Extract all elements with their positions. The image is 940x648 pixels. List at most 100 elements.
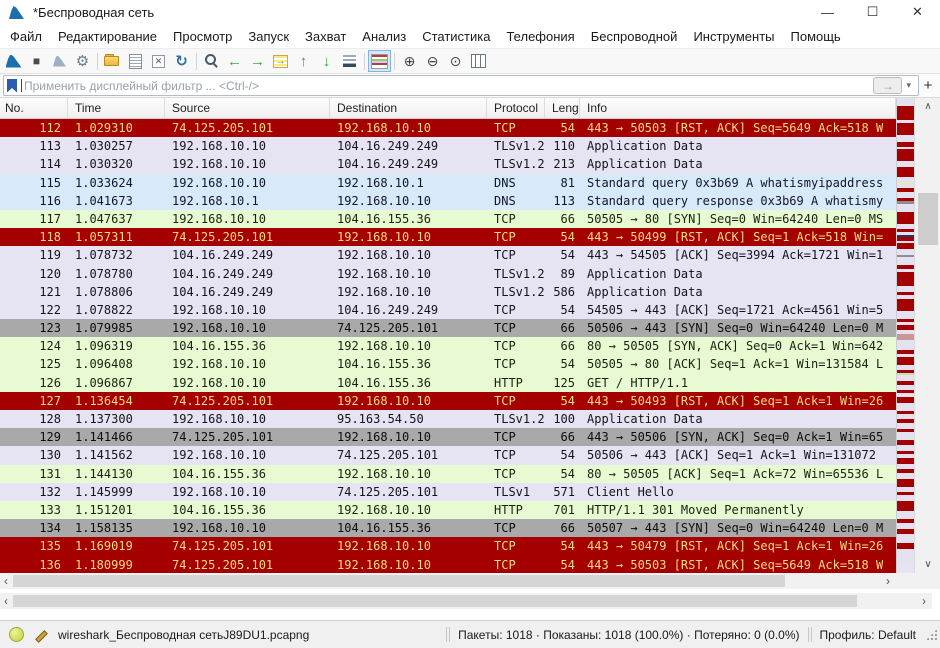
packet-row-122[interactable]: 1221.078822192.168.10.10104.16.249.249TC… — [0, 301, 896, 319]
packet-row-120[interactable]: 1201.078780104.16.249.249192.168.10.10TL… — [0, 265, 896, 283]
column-header-info[interactable]: Info — [580, 98, 896, 118]
menu-item-2[interactable]: Редактирование — [50, 29, 165, 44]
display-filter-input[interactable]: Применить дисплейный фильтр ... <Ctrl-/>… — [3, 75, 919, 96]
filter-bookmark-icon[interactable] — [7, 79, 17, 93]
cell-protocol: TCP — [487, 246, 545, 264]
menu-item-6[interactable]: Анализ — [354, 29, 414, 44]
menu-item-1[interactable]: Файл — [2, 29, 50, 44]
packet-row-118[interactable]: 1181.05731174.125.205.101192.168.10.10TC… — [0, 228, 896, 246]
packet-row-113[interactable]: 1131.030257192.168.10.10104.16.249.249TL… — [0, 137, 896, 155]
minimap-stripe — [897, 257, 914, 265]
save-file-icon[interactable] — [124, 50, 147, 72]
scroll-right-icon[interactable]: › — [886, 573, 890, 589]
scroll-right-icon[interactable]: › — [922, 593, 926, 609]
horizontal-scroll-thumb[interactable] — [13, 575, 785, 587]
packet-row-126[interactable]: 1261.096867192.168.10.10104.16.155.36HTT… — [0, 374, 896, 392]
vertical-scroll-thumb[interactable] — [918, 193, 938, 245]
vertical-scrollbar[interactable]: ∧ ∨ — [914, 98, 940, 573]
packet-row-132[interactable]: 1321.145999192.168.10.1074.125.205.101TL… — [0, 483, 896, 501]
packet-row-121[interactable]: 1211.078806104.16.249.249192.168.10.10TL… — [0, 283, 896, 301]
resize-grip[interactable] — [926, 629, 937, 640]
cell-protocol: DNS — [487, 192, 545, 210]
resize-columns-icon[interactable] — [467, 50, 490, 72]
scroll-left-icon[interactable]: ‹ — [4, 593, 8, 609]
reload-icon[interactable]: ↻ — [170, 50, 193, 72]
close-button[interactable]: ✕ — [895, 0, 940, 24]
horizontal-scroll-thumb[interactable] — [13, 595, 857, 607]
profile-label[interactable]: Профиль: Default — [820, 628, 917, 642]
column-header-protocol[interactable]: Protocol — [487, 98, 545, 118]
menu-item-4[interactable]: Запуск — [240, 29, 297, 44]
horizontal-scrollbar-lower[interactable]: ‹ › — [0, 593, 932, 609]
cell-protocol: HTTP — [487, 374, 545, 392]
packet-row-128[interactable]: 1281.137300192.168.10.1095.163.54.50TLSv… — [0, 410, 896, 428]
find-packet-icon[interactable] — [200, 50, 223, 72]
cell-info: Application Data — [580, 137, 703, 155]
cell-info: 443 → 50506 [SYN, ACK] Seq=0 Ack=1 Win=6… — [580, 428, 883, 446]
packet-row-129[interactable]: 1291.14146674.125.205.101192.168.10.10TC… — [0, 428, 896, 446]
horizontal-scrollbar-list[interactable]: ‹ › — [0, 573, 896, 589]
capture-gear-icon[interactable]: ⚙ — [71, 50, 94, 72]
packet-row-112[interactable]: 1121.02931074.125.205.101192.168.10.10TC… — [0, 119, 896, 137]
capture-comment-icon[interactable] — [34, 628, 48, 642]
cell-length: 66 — [545, 428, 580, 446]
menu-item-8[interactable]: Телефония — [498, 29, 582, 44]
menu-item-5[interactable]: Захват — [297, 29, 354, 44]
zoom-out-icon[interactable]: ⊖ — [421, 50, 444, 72]
packet-row-116[interactable]: 1161.041673192.168.10.1192.168.10.10DNS1… — [0, 192, 896, 210]
scroll-down-icon[interactable]: ∨ — [915, 557, 940, 572]
open-file-icon[interactable] — [101, 50, 124, 72]
column-header-time[interactable]: Time — [68, 98, 165, 118]
packet-row-115[interactable]: 1151.033624192.168.10.10192.168.10.1DNS8… — [0, 174, 896, 192]
packet-row-133[interactable]: 1331.151201104.16.155.36192.168.10.10HTT… — [0, 501, 896, 519]
go-bottom-icon[interactable]: ↓ — [315, 50, 338, 72]
stop-capture-icon[interactable]: ■ — [25, 50, 48, 72]
cell-destination: 192.168.10.10 — [330, 192, 487, 210]
packet-row-114[interactable]: 1141.030320192.168.10.10104.16.249.249TL… — [0, 155, 896, 173]
go-to-packet-icon[interactable] — [269, 50, 292, 72]
go-forward-icon[interactable]: → — [246, 50, 269, 72]
menu-item-9[interactable]: Беспроводной — [583, 29, 686, 44]
menu-item-3[interactable]: Просмотр — [165, 29, 240, 44]
packet-row-130[interactable]: 1301.141562192.168.10.1074.125.205.101TC… — [0, 446, 896, 464]
start-capture-icon[interactable] — [2, 50, 25, 72]
packet-row-125[interactable]: 1251.096408192.168.10.10104.16.155.36TCP… — [0, 355, 896, 373]
cell-time: 1.041673 — [68, 192, 165, 210]
wireshark-window: *Беспроводная сеть — ☐ ✕ ФайлРедактирова… — [0, 0, 940, 644]
packet-row-123[interactable]: 1231.079985192.168.10.1074.125.205.101TC… — [0, 319, 896, 337]
close-file-icon[interactable] — [147, 50, 170, 72]
packet-row-117[interactable]: 1171.047637192.168.10.10104.16.155.36TCP… — [0, 210, 896, 228]
packet-row-135[interactable]: 1351.16901974.125.205.101192.168.10.10TC… — [0, 537, 896, 555]
minimap-stripe — [897, 511, 914, 519]
packet-row-136[interactable]: 1361.18099974.125.205.101192.168.10.10TC… — [0, 556, 896, 574]
colorize-icon[interactable] — [368, 50, 391, 72]
maximize-button[interactable]: ☐ — [850, 0, 895, 24]
autoscroll-icon[interactable] — [338, 50, 361, 72]
apply-filter-button[interactable]: → — [873, 77, 902, 94]
capture-options-icon[interactable] — [48, 50, 71, 72]
menu-item-10[interactable]: Инструменты — [685, 29, 782, 44]
expert-info-icon[interactable] — [9, 627, 24, 642]
column-header-length[interactable]: Length — [545, 98, 580, 118]
packet-row-127[interactable]: 1271.13645474.125.205.101192.168.10.10TC… — [0, 392, 896, 410]
zoom-reset-icon[interactable]: ⊙ — [444, 50, 467, 72]
column-header-no[interactable]: No. — [0, 98, 68, 118]
menu-item-11[interactable]: Помощь — [783, 29, 849, 44]
go-top-icon[interactable]: ↑ — [292, 50, 315, 72]
go-back-icon[interactable]: ← — [223, 50, 246, 72]
cell-length: 701 — [545, 501, 580, 519]
packet-minimap[interactable] — [896, 98, 914, 573]
filter-dropdown-icon[interactable]: ▾ — [902, 80, 915, 91]
scroll-left-icon[interactable]: ‹ — [4, 573, 8, 589]
add-filter-button[interactable]: + — [919, 77, 937, 94]
menu-item-7[interactable]: Статистика — [414, 29, 498, 44]
packet-row-131[interactable]: 1311.144130104.16.155.36192.168.10.10TCP… — [0, 465, 896, 483]
packet-row-134[interactable]: 1341.158135192.168.10.10104.16.155.36TCP… — [0, 519, 896, 537]
zoom-in-icon[interactable]: ⊕ — [398, 50, 421, 72]
packet-row-124[interactable]: 1241.096319104.16.155.36192.168.10.10TCP… — [0, 337, 896, 355]
column-header-source[interactable]: Source — [165, 98, 330, 118]
column-header-destination[interactable]: Destination — [330, 98, 487, 118]
packet-row-119[interactable]: 1191.078732104.16.249.249192.168.10.10TC… — [0, 246, 896, 264]
scroll-up-icon[interactable]: ∧ — [915, 99, 940, 114]
minimize-button[interactable]: — — [805, 0, 850, 24]
